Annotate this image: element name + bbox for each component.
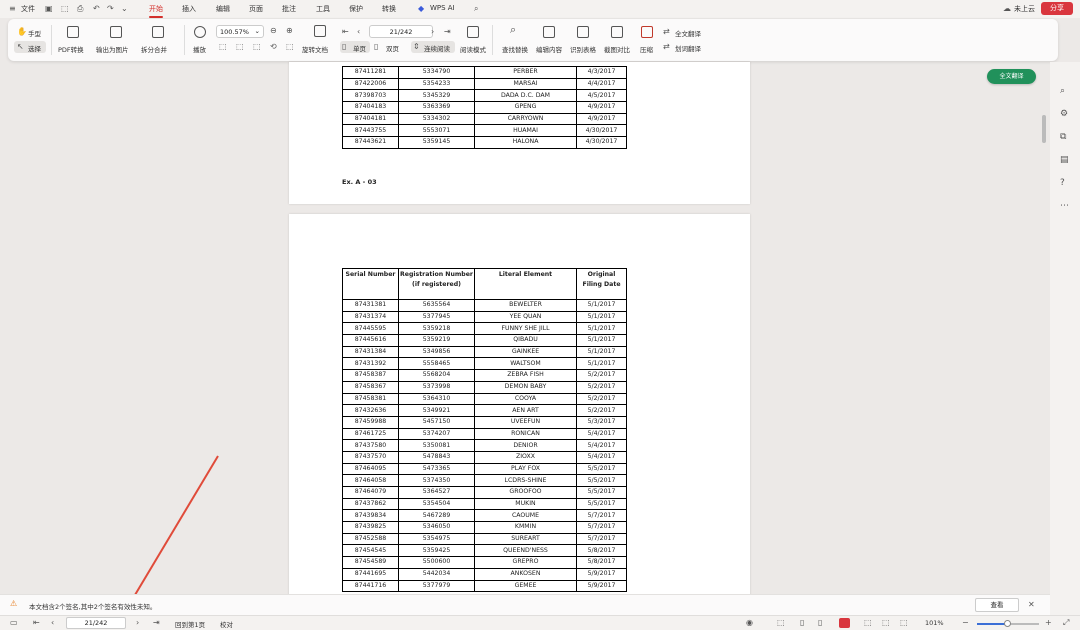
fit-page-icon[interactable]: ⬚ [777, 618, 785, 628]
expand-icon[interactable]: ⤢ [1063, 618, 1069, 628]
double-page-icon[interactable]: ▯ [818, 618, 822, 628]
close-icon[interactable]: ✕ [1028, 600, 1035, 610]
red-arrow-annotation [114, 455, 219, 628]
zoom-out-icon[interactable]: − [962, 618, 969, 628]
zoom-in-icon[interactable]: + [1045, 618, 1052, 628]
next-page-icon[interactable]: › [136, 618, 139, 628]
crop-icon[interactable]: ⬚ [882, 618, 890, 628]
eye-icon[interactable]: ◉ [746, 618, 753, 628]
zoom-slider-handle[interactable] [1004, 620, 1011, 627]
view-button[interactable]: 查看 [975, 598, 1019, 612]
status-page-value: 21/242 [84, 619, 108, 627]
proofread-button[interactable]: 校对 [220, 619, 233, 629]
prev-page-icon[interactable]: ‹ [51, 618, 54, 628]
fullscreen-icon[interactable]: ⬚ [900, 618, 908, 628]
signature-notice-bar: ⚠ 本文档含2个签名,其中2个签名有效性未知。 查看 ✕ [0, 594, 1050, 615]
sidebar-toggle-icon[interactable]: ▭ [10, 618, 18, 628]
view-button-label: 查看 [990, 601, 1004, 609]
fit-width-icon[interactable]: ⬚ [864, 618, 872, 628]
notice-text: 本文档含2个签名,其中2个签名有效性未知。 [29, 603, 157, 611]
zoom-slider-fill [977, 623, 1007, 625]
play-icon[interactable] [839, 618, 850, 628]
status-bar: ▭ ⇤ ‹ 21/242 › ⇥ 回到第1页 校对 ◉ ⬚ ▯ ▯ ⬚ ⬚ ⬚ … [0, 615, 1080, 630]
warning-icon: ⚠ [10, 599, 18, 608]
zoom-slider[interactable] [977, 620, 1039, 627]
single-page-icon[interactable]: ▯ [800, 618, 804, 628]
back-to-first-link[interactable]: 回到第1页 [175, 619, 205, 629]
last-page-icon[interactable]: ⇥ [153, 618, 160, 628]
status-page-input[interactable]: 21/242 [66, 617, 126, 629]
zoom-level[interactable]: 101% [925, 619, 944, 627]
first-page-icon[interactable]: ⇤ [33, 618, 40, 628]
